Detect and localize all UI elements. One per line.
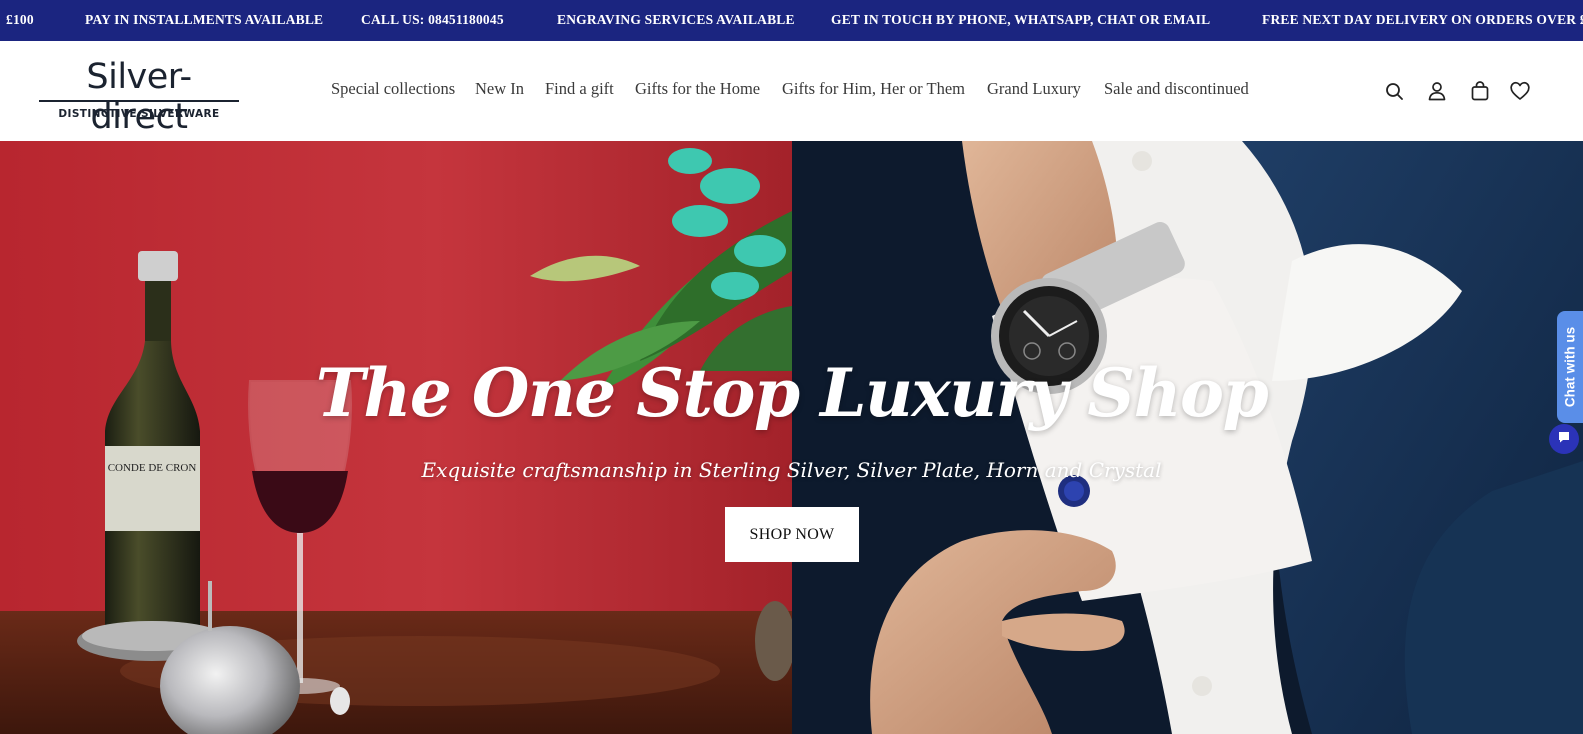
nav-special-collections[interactable]: Special collections [331, 79, 455, 99]
announcement-item: CALL US: 08451180045 [361, 12, 504, 27]
nav-gifts-for-him-her-them[interactable]: Gifts for Him, Her or Them [782, 79, 965, 99]
logo-wordmark: Silver-direct [86, 57, 192, 137]
chat-bubble-button[interactable] [1549, 424, 1579, 454]
announcement-bar: £100 PAY IN INSTALLMENTS AVAILABLE CALL … [0, 0, 1583, 41]
announcement-item: PAY IN INSTALLMENTS AVAILABLE [85, 12, 324, 27]
announcement-item: FREE NEXT DAY DELIVERY ON ORDERS OVER £1 [1262, 12, 1583, 27]
hero-image-wine: CONDE DE CRON [0, 141, 792, 734]
hero-subtitle: Exquisite craftsmanship in Sterling Silv… [421, 458, 1162, 482]
shop-now-button[interactable]: SHOP NOW [725, 507, 859, 562]
nav-sale-discontinued[interactable]: Sale and discontinued [1104, 79, 1249, 99]
hero-image-watch [792, 141, 1583, 734]
announcement-item: ENGRAVING SERVICES AVAILABLE [557, 12, 795, 27]
logo[interactable]: Silver-direct DISTINCTIVE SILVERWARE [38, 57, 240, 137]
site-header: Silver-direct DISTINCTIVE SILVERWARE Spe… [0, 41, 1583, 141]
chat-tab[interactable]: Chat with us [1557, 311, 1583, 423]
wishlist-icon[interactable] [1508, 79, 1532, 103]
announcement-item: GET IN TOUCH BY PHONE, WHATSAPP, CHAT OR… [831, 12, 1211, 27]
announcement-item: £100 [6, 12, 34, 27]
nav-new-in[interactable]: New In [475, 79, 524, 99]
nav-gifts-for-home[interactable]: Gifts for the Home [635, 79, 760, 99]
chat-tab-label: Chat with us [1562, 326, 1578, 408]
hero-banner: CONDE DE CRON The One Stop Luxury Shop E… [0, 141, 1583, 734]
account-icon[interactable] [1425, 79, 1449, 103]
chat-icon [1557, 430, 1571, 449]
hero-title: The One Stop Luxury Shop [315, 354, 1269, 432]
nav-find-a-gift[interactable]: Find a gift [545, 79, 614, 99]
logo-tagline: DISTINCTIVE SILVERWARE [58, 108, 220, 120]
cart-icon[interactable] [1468, 79, 1492, 103]
search-icon[interactable] [1382, 79, 1406, 103]
logo-divider [39, 100, 239, 102]
nav-grand-luxury[interactable]: Grand Luxury [987, 79, 1081, 99]
announcement-track: £100 PAY IN INSTALLMENTS AVAILABLE CALL … [0, 0, 1583, 41]
